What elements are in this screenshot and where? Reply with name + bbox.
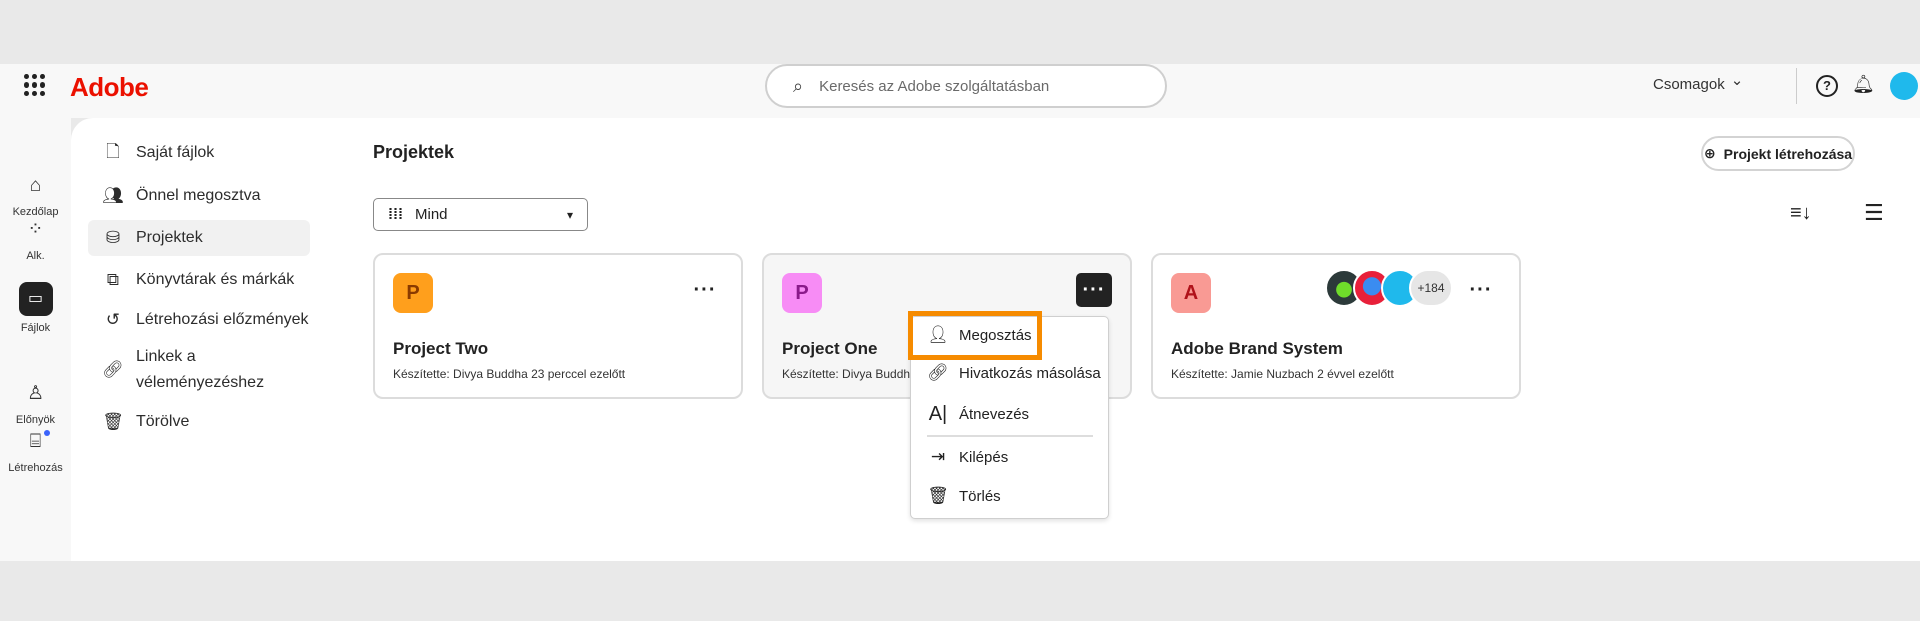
nav-label: Saját fájlok: [136, 144, 215, 161]
highlight-box: [908, 311, 1042, 360]
filter-dropdown[interactable]: ⁞⁞⁞ Mind ▾: [373, 198, 588, 231]
nav-review-links[interactable]: 🔗︎ Linkek a véleményezéshez: [88, 348, 310, 392]
more-collaborators-badge: +184: [1409, 269, 1453, 307]
page-title: Projektek: [373, 142, 455, 162]
nav-label: Könyvtárak és márkák: [136, 271, 295, 288]
project-subtitle: Készítette: Jamie Nuzbach 2 évvel ezelőt…: [1171, 367, 1394, 381]
exit-icon: ⇥: [930, 447, 946, 466]
project-title: Adobe Brand System: [1171, 339, 1343, 358]
create-project-button[interactable]: ⊕ Projekt létrehozása: [1701, 136, 1855, 171]
menu-label: Átnevezés: [959, 406, 1030, 423]
link-icon: 🔗︎: [102, 360, 124, 379]
project-icon: P: [782, 273, 822, 313]
app-switcher-icon[interactable]: [24, 74, 46, 96]
nav-label: Önnel megosztva: [136, 187, 261, 204]
nav-label: Linkek a véleményezéshez: [136, 344, 264, 396]
folder-icon: ▭: [18, 282, 53, 316]
more-options-button[interactable]: ···: [1076, 273, 1112, 307]
menu-item-delete[interactable]: 🗑︎ Törlés: [927, 486, 1001, 506]
trash-icon: 🗑︎: [102, 412, 124, 431]
users-icon: 👥︎: [102, 186, 124, 205]
user-avatar[interactable]: [1890, 72, 1918, 100]
file-icon: 🗋: [106, 141, 120, 161]
rail-label: Létrehozás: [8, 462, 63, 474]
divider: [1796, 68, 1797, 104]
project-card[interactable]: P ··· Project Two Készítette: Divya Budd…: [373, 253, 743, 399]
rail-perks[interactable]: ♙ Előnyök: [0, 380, 71, 426]
project-subtitle: Készítette: Divya Buddha: [782, 367, 917, 381]
menu-divider: [927, 435, 1093, 437]
nav-label-line: véleményezéshez: [136, 374, 265, 391]
rail-label: Fájlok: [20, 322, 51, 334]
plans-dropdown[interactable]: Csomagok ⌄: [1653, 72, 1743, 93]
list-view-icon[interactable]: ☰: [1864, 200, 1884, 226]
bell-icon[interactable]: 🔔︎: [1852, 74, 1875, 95]
more-options-button[interactable]: ···: [1463, 273, 1499, 307]
grid-icon: ⁞⁞⁞: [388, 206, 403, 223]
chevron-down-icon: ⌄: [1730, 72, 1744, 89]
search-icon: ⌕: [793, 75, 804, 96]
nav-label: Projektek: [136, 229, 203, 246]
rail-home[interactable]: ⌂ Kezdőlap: [0, 172, 71, 218]
plans-label: Csomagok: [1653, 76, 1725, 93]
collaborators[interactable]: +184: [1325, 269, 1455, 309]
project-title: Project One: [782, 339, 878, 358]
rail-apps[interactable]: ⁘ Alk.: [0, 216, 71, 262]
history-icon: ↺: [105, 310, 121, 329]
rail-create[interactable]: ⌸ Létrehozás: [0, 428, 71, 474]
trash-icon: 🗑︎: [927, 486, 949, 505]
nav-history[interactable]: ↺ Létrehozási előzmények: [88, 302, 310, 338]
search-input[interactable]: ⌕ Keresés az Adobe szolgáltatásban: [765, 64, 1167, 108]
more-options-button[interactable]: ···: [687, 273, 723, 307]
nav-libraries[interactable]: ⧉ Könyvtárak és márkák: [88, 262, 310, 298]
link-icon: 🔗︎: [927, 363, 949, 382]
rail-label: Előnyök: [15, 414, 56, 426]
chevron-down-icon: ▾: [566, 207, 573, 222]
library-icon: ⧉: [106, 270, 120, 289]
nav-projects[interactable]: ⛁ Projektek: [88, 220, 310, 256]
create-project-label: Projekt létrehozása: [1723, 145, 1853, 162]
project-title: Project Two: [393, 339, 489, 358]
rail-label: Alk.: [26, 250, 45, 262]
rail-files[interactable]: ▭ Fájlok: [0, 282, 71, 334]
nav-label: Létrehozási előzmények: [136, 311, 309, 328]
project-subtitle: Készítette: Divya Buddha 23 perccel ezel…: [393, 367, 626, 381]
adobe-logo[interactable]: Adobe: [70, 72, 149, 103]
rename-icon: A|: [928, 403, 948, 425]
apps-icon: ⁘: [27, 219, 44, 240]
help-icon[interactable]: ?: [1816, 75, 1838, 97]
create-project-icon: ⊕: [1703, 145, 1716, 161]
create-icon: ⌸: [22, 428, 50, 456]
menu-label: Hivatkozás másolása: [959, 364, 1101, 382]
menu-label: Kilépés: [959, 448, 1009, 466]
projects-icon: ⛁: [105, 228, 121, 247]
project-card[interactable]: A +184 ··· Adobe Brand System Készítette…: [1151, 253, 1521, 399]
home-icon: ⌂: [29, 175, 42, 196]
nav-shared-with-you[interactable]: 👥︎ Önnel megosztva: [88, 178, 310, 214]
nav-label: Törölve: [136, 413, 190, 430]
sort-icon[interactable]: ≡↓: [1790, 202, 1812, 225]
menu-label: Törlés: [959, 487, 1001, 505]
search-placeholder: Keresés az Adobe szolgáltatásban: [819, 77, 1050, 95]
menu-item-rename[interactable]: A| Átnevezés: [927, 403, 1029, 426]
nav-deleted[interactable]: 🗑︎ Törölve: [88, 404, 310, 440]
menu-item-leave[interactable]: ⇥ Kilépés: [927, 447, 1008, 467]
menu-item-copy-link[interactable]: 🔗︎ Hivatkozás másolása: [927, 363, 1101, 383]
nav-label-line: Linkek a: [136, 348, 196, 365]
project-icon: P: [393, 273, 433, 313]
award-icon: ♙: [26, 383, 45, 404]
nav-my-files[interactable]: 🗋 Saját fájlok: [88, 135, 310, 171]
filter-value: Mind: [415, 206, 448, 223]
project-icon: A: [1171, 273, 1211, 313]
